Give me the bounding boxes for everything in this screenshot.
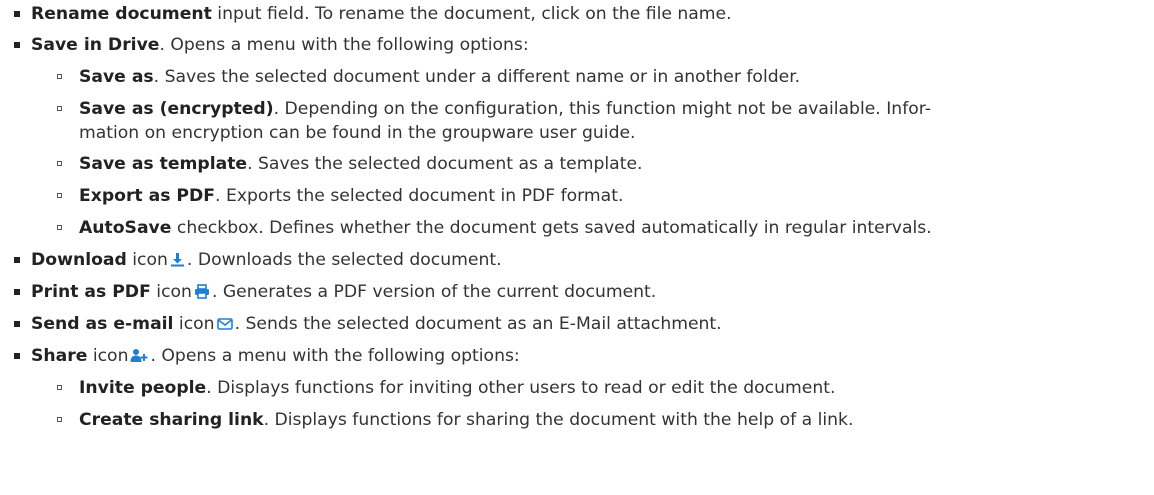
item-icon-word: icon <box>150 282 192 302</box>
item-icon-word: icon <box>173 314 215 334</box>
item-title: Export as PDF <box>79 186 216 206</box>
bullet <box>14 353 20 359</box>
download-icon <box>170 250 185 274</box>
item-description-continued: mation on encryption can be found in the… <box>79 123 636 143</box>
item-icon-word: icon <box>126 250 168 270</box>
item-description: input field. To rename the document, cli… <box>211 4 732 24</box>
bullet <box>14 42 20 48</box>
sub-bullet <box>57 106 62 111</box>
item-description: checkbox. Defines whether the document g… <box>171 218 932 238</box>
item-description: . Generates a PDF version of the current… <box>211 282 657 302</box>
item-title: Print as PDF <box>31 282 151 302</box>
item-title: Save in Drive <box>31 35 160 55</box>
item-description: . Downloads the selected document. <box>186 250 502 270</box>
item-title: AutoSave <box>79 218 172 238</box>
item-description: . Depending on the configuration, this f… <box>273 99 931 119</box>
sub-bullet <box>57 385 62 390</box>
sub-bullet <box>57 74 62 79</box>
sub-bullet <box>57 161 62 166</box>
bullet <box>14 289 20 295</box>
item-description: . Sends the selected document as an E-Ma… <box>234 314 722 334</box>
item-title: Download <box>31 250 127 270</box>
bullet <box>14 11 20 17</box>
bullet <box>14 257 20 263</box>
item-description: . Saves the selected document as a templ… <box>247 154 643 174</box>
item-title: Save as template <box>79 154 248 174</box>
sub-bullet <box>57 225 62 230</box>
item-description: . Displays functions for sharing the doc… <box>263 410 854 430</box>
item-description: . Displays functions for inviting other … <box>206 378 836 398</box>
item-title: Save as (encrypted) <box>79 99 274 119</box>
item-title: Create sharing link <box>79 410 264 430</box>
print-icon <box>194 282 210 306</box>
item-icon-word: icon <box>87 346 129 366</box>
item-title: Rename document <box>31 4 212 24</box>
item-description: . Opens a menu with the following option… <box>150 346 520 366</box>
item-title: Invite people <box>79 378 207 398</box>
item-description: . Saves the selected document under a di… <box>153 67 801 87</box>
share-icon <box>130 346 148 370</box>
sub-bullet <box>57 417 62 422</box>
item-title: Save as <box>79 67 154 87</box>
help-document: Rename document input field. To rename t… <box>0 0 1154 495</box>
item-title: Send as e-mail <box>31 314 174 334</box>
sub-bullet <box>57 193 62 198</box>
item-description: . Opens a menu with the following option… <box>159 35 529 55</box>
bullet <box>14 321 20 327</box>
mail-icon <box>216 314 233 338</box>
item-title: Share <box>31 346 88 366</box>
item-description: . Exports the selected document in PDF f… <box>215 186 624 206</box>
